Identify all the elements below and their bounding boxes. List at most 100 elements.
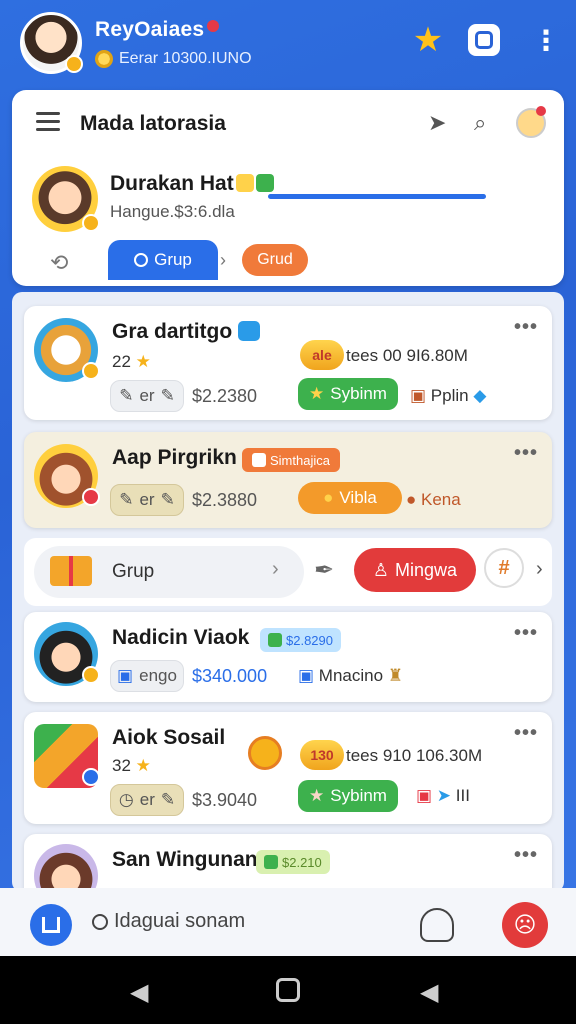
coin-badge-icon — [235, 174, 254, 192]
pen-icon: ✎ — [160, 386, 175, 405]
post-avatar[interactable] — [34, 724, 100, 788]
post-more-icon[interactable]: ••• — [514, 316, 538, 339]
lock-icon: ♙ — [372, 559, 390, 580]
user-avatar[interactable] — [20, 12, 83, 74]
tag-icon — [268, 633, 282, 647]
tab-indicator — [268, 194, 486, 199]
panel-header: Mada latorasia ➤ ⌕ — [12, 90, 564, 156]
app-square-icon[interactable] — [466, 22, 502, 58]
link-icon[interactable]: ⟲ — [50, 250, 68, 276]
post-avatar[interactable] — [34, 318, 100, 382]
recent-apps-icon[interactable]: ◀ — [420, 978, 438, 1007]
ring-icon — [134, 253, 149, 267]
chip-er[interactable]: ✎ er ✎ — [110, 484, 184, 516]
pen-icon: ✎ — [160, 790, 176, 809]
post-more-icon[interactable]: ••• — [514, 844, 538, 867]
stat-text: tees 910 106.30M — [346, 746, 483, 765]
tag-icon — [264, 855, 278, 869]
post-name: San Wingunan — [112, 848, 258, 871]
chip-er[interactable]: ✎ er ✎ — [110, 380, 184, 412]
back-icon[interactable]: ◀ — [130, 978, 148, 1007]
tab-grup[interactable]: Grup — [108, 240, 218, 280]
navigation-arrow-icon[interactable]: ➤ — [428, 110, 446, 136]
group-row: Grup › ✒ ♙ Mingwa # › — [24, 538, 552, 606]
profile-avatar[interactable] — [32, 166, 100, 232]
star-icon[interactable]: ★ — [410, 21, 446, 59]
more-options-icon[interactable]: ⋮ — [528, 22, 564, 58]
home-button[interactable] — [30, 904, 72, 946]
clock-icon: ◷ — [118, 790, 134, 809]
extra-label: ▣ Pplin ◆ — [410, 386, 487, 405]
profile-panel: Mada latorasia ➤ ⌕ Durakan Hat Hangue.$3… — [12, 90, 564, 286]
price: $340.000 — [192, 666, 268, 686]
price: $2.3880 — [192, 490, 258, 510]
status-badge: Simthajica — [242, 448, 340, 472]
profile-name: Durakan Hat — [110, 172, 274, 196]
chip-engo[interactable]: ▣ engo — [110, 660, 184, 692]
search-input[interactable]: Idaguai sonam — [92, 910, 245, 933]
list-item[interactable]: San Wingunan $2.210 ••• — [24, 834, 552, 908]
chevron-right-icon[interactable]: › — [272, 558, 279, 581]
chest-icon: ▣ — [410, 386, 427, 405]
status-bar: ReyOaiaes Eerar 10300.IUNO ★ ⋮ — [0, 0, 576, 88]
balance-text: Eerar 10300.IUNO — [119, 50, 252, 67]
post-more-icon[interactable]: ••• — [514, 622, 538, 645]
tab-grud[interactable]: Grud — [242, 244, 308, 276]
action-button[interactable]: ● Vibla — [298, 482, 402, 514]
home-icon[interactable] — [276, 978, 300, 1002]
stat-text: tees 00 9I6.80M — [346, 346, 468, 365]
action-button[interactable]: ★ Sybinm — [298, 378, 398, 410]
tab-row: ⟲ Grup › Grud — [12, 240, 564, 286]
chip-er[interactable]: ◷ er ✎ — [110, 784, 184, 816]
price: $3.9040 — [192, 790, 258, 810]
star-icon: ★ — [309, 384, 325, 403]
star-icon: ★ — [135, 352, 151, 371]
status-badge: $2.210 — [256, 850, 330, 874]
chat-icon — [238, 321, 261, 341]
post-name: Aap Pirgrikn — [112, 446, 237, 469]
hashtag-button[interactable]: # — [484, 548, 524, 588]
feed-list[interactable]: Gra dartitgo ••• 22 ★ ✎ er ✎ $2.2380 ale t… — [12, 292, 564, 908]
post-level: 22 ★ — [112, 352, 151, 371]
menu-icon[interactable] — [36, 112, 60, 132]
post-more-icon[interactable]: ••• — [514, 722, 538, 745]
search-icon — [92, 913, 108, 930]
avatar-badge-icon — [65, 55, 83, 73]
pen-icon: ✎ — [119, 386, 134, 405]
post-name: Gra dartitgo — [112, 320, 261, 344]
gift-notification-icon[interactable] — [516, 106, 546, 138]
list-item[interactable]: Aiok Sosail ••• 32 ★ ◷ er ✎ $3.9040 130 te… — [24, 712, 552, 824]
post-avatar[interactable] — [34, 444, 100, 508]
app-title: ReyOaiaes — [95, 18, 220, 42]
pen-icon: ✎ — [160, 490, 175, 509]
search-icon[interactable]: ⌕ — [474, 110, 486, 136]
square-icon: ▣ — [117, 666, 134, 685]
notification-dot-icon — [207, 20, 220, 32]
profile-subtitle: Hangue.$3:6.dla — [110, 202, 235, 221]
post-name: Aiok Sosail — [112, 726, 226, 749]
chevron-right-icon[interactable]: › — [536, 558, 543, 581]
medal-icon — [248, 736, 282, 770]
post-name: Nadicin Viaok — [112, 626, 250, 649]
pen-icon: ✎ — [119, 490, 134, 509]
star-icon: ★ — [135, 756, 151, 775]
profile-icon[interactable] — [420, 908, 454, 942]
extra-label: ● Kena — [406, 490, 461, 509]
system-navigation: ◀ ◀ — [0, 956, 576, 1024]
star-icon: ★ — [309, 786, 325, 805]
list-item[interactable]: Aap Pirgrikn Simthajica ••• ✎ er ✎ $2.3880… — [24, 432, 552, 528]
pen-tool-icon[interactable]: ✒ — [314, 556, 334, 585]
gift-icon — [50, 556, 92, 586]
list-item[interactable]: Gra dartitgo ••• 22 ★ ✎ er ✎ $2.2380 ale t… — [24, 306, 552, 420]
post-level: 32 ★ — [112, 756, 151, 775]
gold-badge: 130 — [300, 740, 344, 770]
mingwa-button[interactable]: ♙ Mingwa — [354, 548, 476, 592]
coin-icon: ● — [323, 488, 334, 507]
post-more-icon[interactable]: ••• — [514, 442, 538, 465]
emoji-button[interactable]: ☹ — [502, 902, 548, 948]
post-avatar[interactable] — [34, 622, 100, 686]
action-button[interactable]: ★ Sybinm — [298, 780, 398, 812]
bottom-bar: Idaguai sonam ☹ — [0, 888, 576, 956]
list-item[interactable]: Nadicin Viaok $2.8290 ••• ▣ engo $340.000… — [24, 612, 552, 702]
gold-badge: ale — [300, 340, 344, 370]
